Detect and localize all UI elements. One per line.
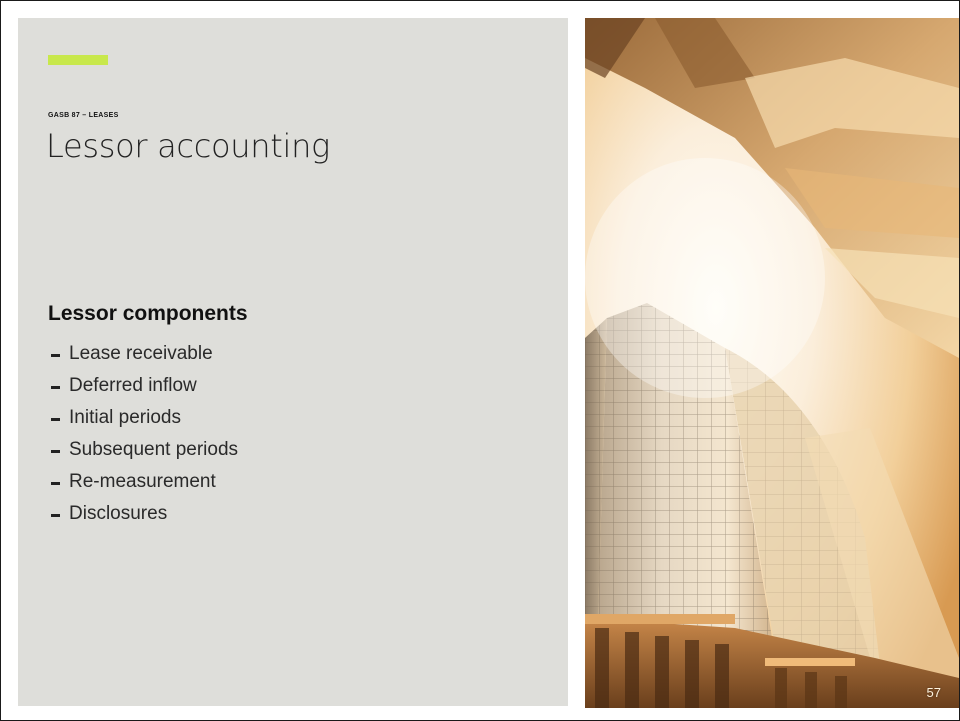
- list-item-label: Disclosures: [69, 503, 168, 524]
- list-item-label: Lease receivable: [69, 343, 213, 364]
- dash-bullet-icon: [51, 417, 60, 421]
- skyscraper-photo: 57: [585, 18, 959, 708]
- slide: GASB 87 – LEASES Lessor accounting Lesso…: [0, 0, 960, 721]
- dash-bullet-icon: [51, 385, 60, 389]
- list-item-label: Re-measurement: [69, 471, 216, 492]
- skyscraper-image: [585, 18, 959, 708]
- dash-bullet-icon: [51, 449, 60, 453]
- list-item: Re-measurement: [51, 466, 238, 498]
- list-item: Lease receivable: [51, 338, 238, 370]
- list-item-label: Deferred inflow: [69, 375, 197, 396]
- dash-bullet-icon: [51, 353, 60, 357]
- section-heading: Lessor components: [48, 302, 248, 325]
- bullet-list: Lease receivable Deferred inflow Initial…: [51, 338, 238, 530]
- list-item: Disclosures: [51, 498, 238, 530]
- page-number: 57: [926, 685, 941, 700]
- slide-kicker: GASB 87 – LEASES: [48, 112, 119, 119]
- list-item: Deferred inflow: [51, 370, 238, 402]
- accent-bar: [48, 55, 108, 65]
- dash-bullet-icon: [51, 481, 60, 485]
- slide-title: Lessor accounting: [46, 127, 330, 165]
- list-item: Initial periods: [51, 402, 238, 434]
- dash-bullet-icon: [51, 513, 60, 517]
- list-item-label: Subsequent periods: [69, 439, 239, 460]
- list-item-label: Initial periods: [69, 407, 181, 428]
- list-item: Subsequent periods: [51, 434, 238, 466]
